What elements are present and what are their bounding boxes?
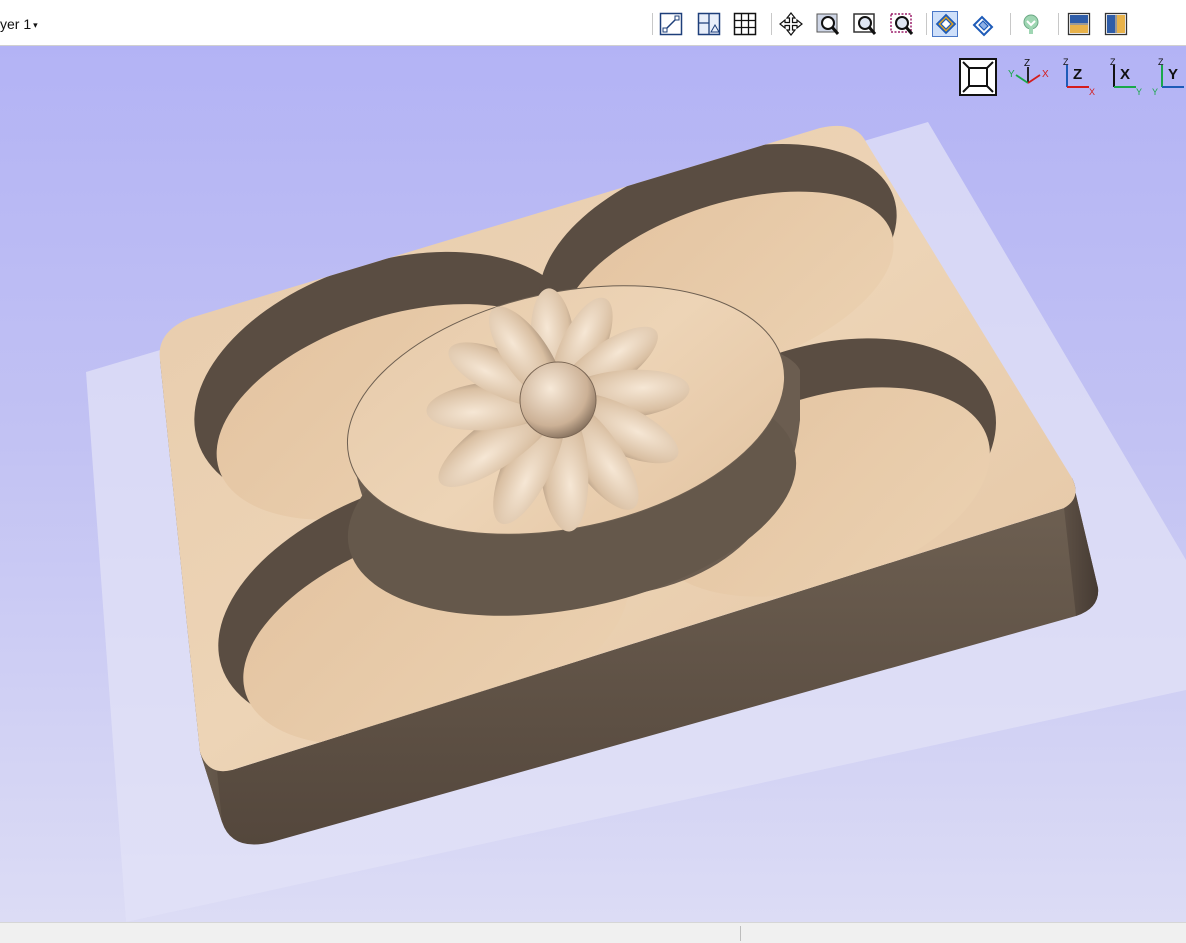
toolbar-separator: [1010, 13, 1011, 35]
side-axis-z: Z: [1158, 57, 1164, 67]
zoom-box-icon[interactable]: [815, 11, 841, 37]
3d-model-render: [86, 122, 1186, 922]
top-axis-x: X: [1120, 66, 1130, 83]
main-toolbar: yer 1 ▾: [0, 0, 1186, 46]
layout-horizontal-icon[interactable]: [1066, 11, 1092, 37]
top-axis-y: Y: [1136, 87, 1142, 97]
iso-view-icon[interactable]: Y Z X: [1006, 57, 1052, 95]
split-view-icon[interactable]: [696, 11, 722, 37]
layer-dropdown[interactable]: yer 1 ▾: [0, 16, 38, 32]
top-axis-z: Z: [1110, 57, 1116, 67]
front-view-icon[interactable]: Z Z X: [1055, 57, 1099, 97]
grid-icon[interactable]: [732, 11, 758, 37]
zoom-extents-icon[interactable]: [852, 11, 878, 37]
shaded-model-icon[interactable]: [1018, 11, 1044, 37]
toolbar-separator: [771, 13, 772, 35]
side-axis-y: Y: [1168, 66, 1178, 83]
toolbar-separator: [926, 13, 927, 35]
3d-viewport[interactable]: Y Z X Z Z X Z X Y Z Y Y: [0, 46, 1186, 922]
layout-vertical-icon[interactable]: [1103, 11, 1129, 37]
chevron-down-icon: ▾: [33, 19, 38, 30]
top-view-icon[interactable]: Z X Y: [1102, 57, 1146, 97]
iso-x-label: X: [1042, 69, 1049, 80]
pan-icon[interactable]: [778, 11, 804, 37]
front-axis-z: Z: [1073, 66, 1082, 83]
layer-label: yer 1: [0, 16, 32, 32]
toolbar-separator: [1058, 13, 1059, 35]
status-bar: [0, 922, 1186, 943]
zoom-selection-icon[interactable]: [889, 11, 915, 37]
front-axis-x: X: [1089, 87, 1095, 97]
iso-y-label: Y: [1008, 69, 1015, 80]
front-axis-z-small: Z: [1063, 57, 1069, 67]
side-axis-y-small: Y: [1152, 87, 1158, 97]
status-divider: [740, 926, 741, 941]
draw-2d-view-icon[interactable]: [658, 11, 684, 37]
fit-view-icon[interactable]: [958, 57, 998, 96]
show-model-icon[interactable]: [932, 11, 958, 37]
side-view-icon[interactable]: Z Y Y: [1150, 57, 1186, 97]
toolbar-separator: [652, 13, 653, 35]
toolpath-preview-icon[interactable]: [970, 11, 996, 37]
iso-z-label: Z: [1024, 58, 1030, 69]
